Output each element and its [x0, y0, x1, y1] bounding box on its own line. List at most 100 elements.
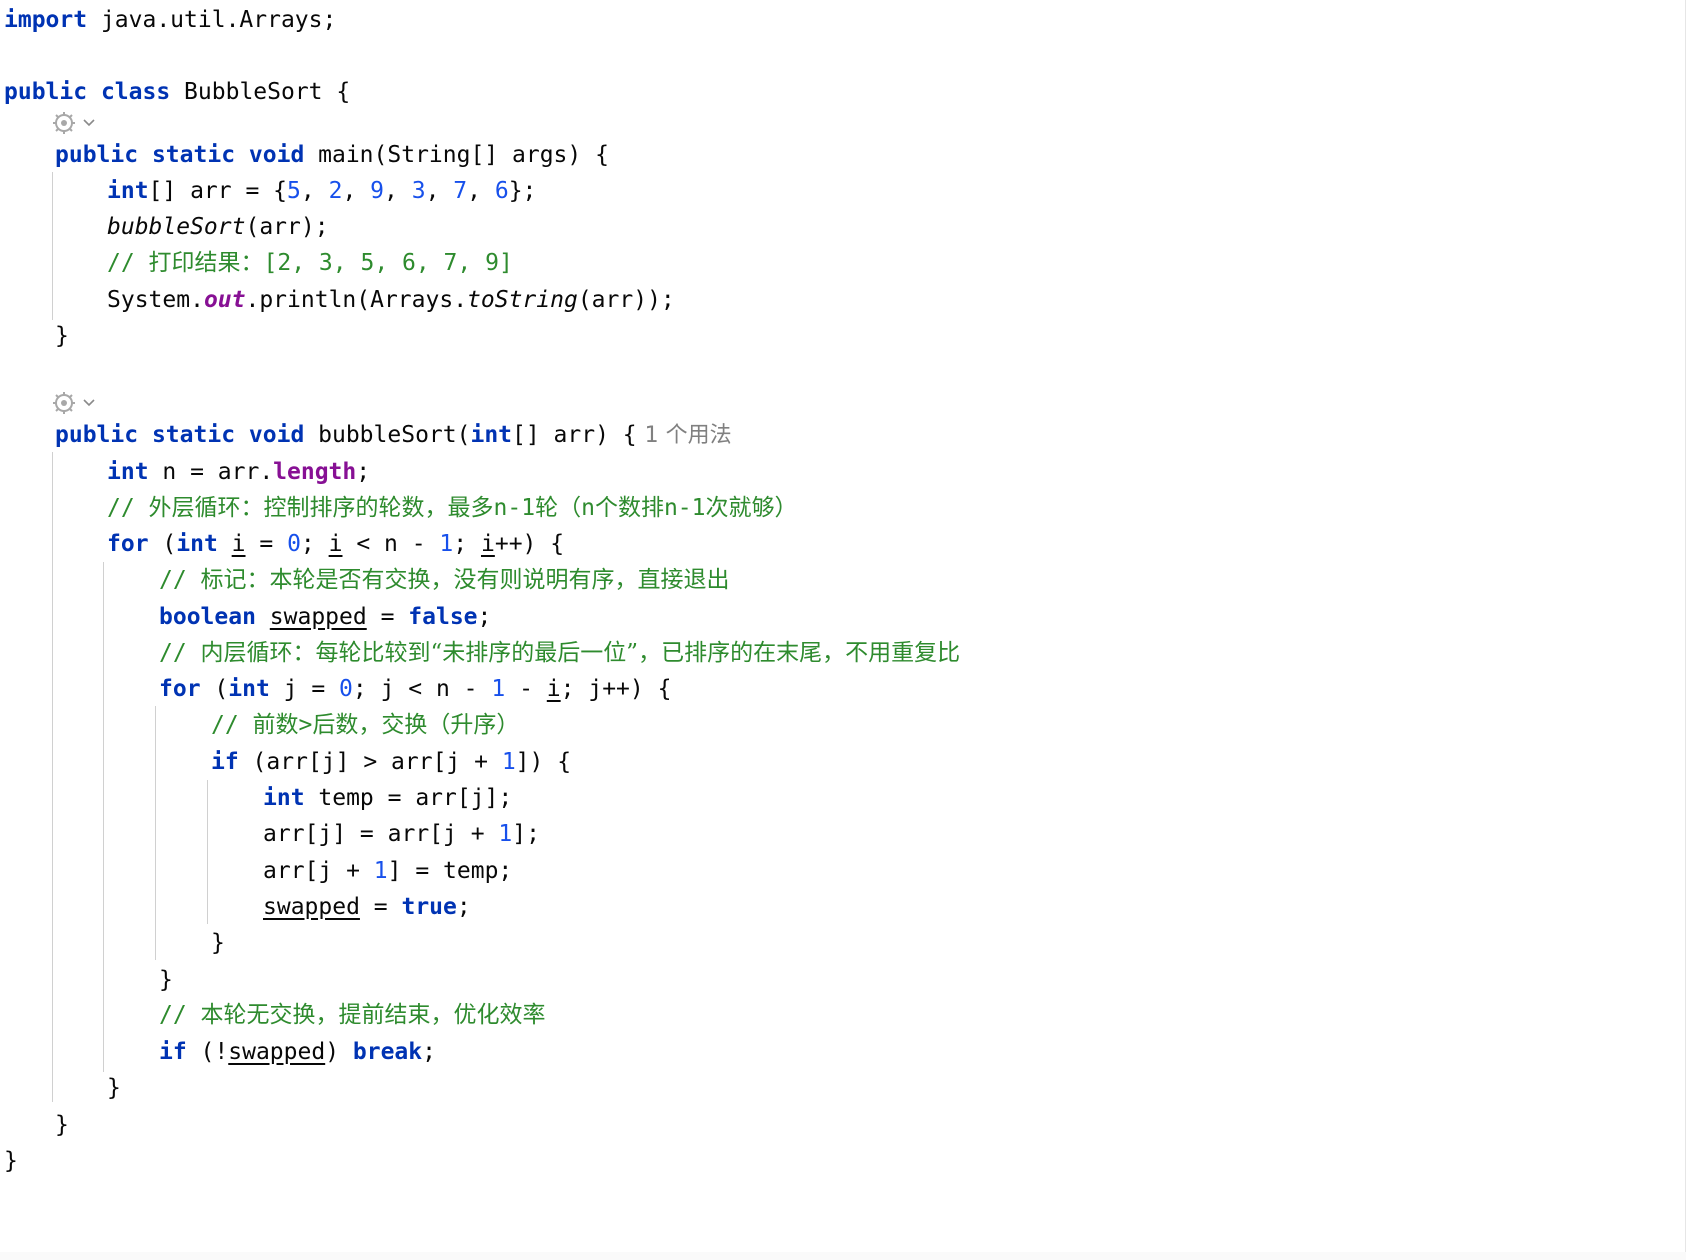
code-text: ; [356, 459, 371, 485]
keyword-public: public [55, 422, 139, 448]
number-literal: 0 [287, 531, 301, 557]
code-line-brace[interactable]: } [159, 961, 173, 999]
comment-text: [2, 3, 5, 6, 7, 9] [263, 250, 513, 276]
closing-brace: } [211, 930, 225, 956]
keyword-public: public [55, 142, 139, 168]
code-line-brace[interactable]: } [107, 1069, 121, 1107]
comment-text: 轮（ [535, 495, 582, 521]
code-text: (arr); [245, 214, 329, 240]
variable-i: i [546, 676, 561, 702]
chevron-down-icon[interactable] [82, 118, 96, 128]
gutter-implement-marker[interactable] [52, 108, 108, 138]
code-text: ; j++) { [560, 676, 672, 702]
code-text: ) [325, 1039, 353, 1065]
code-text: main(String[] args) { [304, 142, 609, 168]
code-text: ; j < n - [352, 676, 492, 702]
code-comment[interactable]: // 前数>后数，交换（升序） [211, 706, 519, 744]
method-call: bubbleSort [107, 214, 246, 240]
code-comment[interactable]: // 标记：本轮是否有交换，没有则说明有序，直接退出 [159, 561, 730, 599]
keyword-int: int [107, 178, 149, 204]
class-name: BubbleSort { [170, 79, 351, 105]
code-text: = [366, 604, 409, 630]
indent-guide [52, 452, 53, 1102]
code-text: ( [200, 676, 229, 702]
code-text: ]; [512, 821, 540, 847]
code-line-swapped-true[interactable]: swapped = true; [263, 888, 471, 926]
keyword-if: if [159, 1039, 187, 1065]
keyword-break: break [352, 1039, 423, 1065]
number-literal: 1 [439, 531, 454, 557]
code-text: System. [107, 287, 204, 313]
code-text: ++) { [494, 531, 565, 557]
code-line-brace[interactable]: } [55, 317, 69, 355]
code-comment[interactable]: // 外层循环：控制排序的轮数，最多n-1轮（n个数排n-1次就够） [107, 489, 798, 527]
number-literal: 9 [370, 178, 385, 204]
number-literal: 1 [491, 676, 506, 702]
code-line-main-declaration[interactable]: public static void main(String[] args) { [55, 136, 609, 174]
code-editor[interactable]: import java.util.Arrays; public class Bu… [0, 0, 1686, 1260]
usages-hint[interactable]: 1 个用法 [645, 423, 732, 448]
code-text: ] = temp; [387, 858, 513, 884]
code-comment[interactable]: // 本轮无交换，提前结束，优化效率 [159, 996, 546, 1034]
keyword-static: static [151, 422, 236, 448]
code-line-bubblesort-call[interactable]: bubbleSort(arr); [107, 208, 329, 246]
code-line-array-init[interactable]: int[] arr = {5, 2, 9, 3, 7, 6}; [107, 172, 536, 210]
code-line-inner-for[interactable]: for (int j = 0; j < n - 1 - i; j++) { [159, 670, 671, 708]
code-text: ; [453, 531, 481, 557]
comment-slashes: // [211, 712, 253, 738]
code-line-brace[interactable]: } [211, 924, 225, 962]
comment-slashes: // [107, 250, 149, 276]
implement-method-icon [53, 392, 75, 414]
code-text: }; [508, 178, 537, 204]
keyword-int: int [107, 459, 149, 485]
keyword-true: true [401, 894, 457, 920]
code-line-bubblesort-declaration[interactable]: public static void bubbleSort(int[] arr)… [55, 416, 732, 454]
code-line-println[interactable]: System.out.println(Arrays.toString(arr))… [107, 281, 675, 319]
gutter-implement-marker[interactable] [52, 388, 108, 418]
editor-bottom-edge [0, 1252, 1686, 1260]
number-literal: 1 [498, 821, 513, 847]
comment-text: 外层循环：控制排序的轮数，最多 [148, 495, 494, 521]
number-literal: 7 [453, 178, 468, 204]
closing-brace: } [4, 1148, 18, 1174]
code-text: [] arr = { [148, 178, 288, 204]
code-text: (arr[j] > arr[j + [238, 749, 502, 775]
field-length: length [273, 459, 357, 485]
keyword-for: for [107, 531, 149, 557]
code-line-brace[interactable]: } [4, 1142, 18, 1180]
closing-brace: } [55, 323, 69, 349]
number-literal: 2 [328, 178, 343, 204]
comment-text: 标记：本轮是否有交换，没有则说明有序，直接退出 [200, 567, 730, 593]
code-comment[interactable]: // 内层循环：每轮比较到“未排序的最后一位”，已排序的在末尾，不用重复比 [159, 634, 960, 672]
code-text: java.util.Arrays; [87, 7, 337, 33]
number-literal: 5 [287, 178, 301, 204]
keyword-boolean: boolean [159, 604, 256, 630]
code-text: temp = arr[j]; [304, 785, 513, 811]
code-line-class-declaration[interactable]: public class BubbleSort { [4, 73, 350, 111]
code-line-swap-2[interactable]: arr[j + 1] = temp; [263, 852, 512, 890]
code-line-break[interactable]: if (!swapped) break; [159, 1033, 436, 1071]
code-text: ; [300, 531, 329, 557]
code-text: , [342, 178, 371, 204]
code-text: = [245, 531, 288, 557]
variable-i: i [328, 531, 343, 557]
comment-slashes: // [159, 640, 201, 666]
code-line-n-assign[interactable]: int n = arr.length; [107, 453, 370, 491]
static-field: out [203, 287, 246, 313]
chevron-down-icon[interactable] [82, 398, 96, 408]
code-comment[interactable]: // 打印结果：[2, 3, 5, 6, 7, 9] [107, 244, 513, 282]
code-line-swap-1[interactable]: arr[j] = arr[j + 1]; [263, 815, 540, 853]
number-literal: 3 [411, 178, 426, 204]
code-line-import[interactable]: import java.util.Arrays; [4, 1, 336, 39]
code-text: , [467, 178, 495, 204]
code-line-outer-for[interactable]: for (int i = 0; i < n - 1; i++) { [107, 525, 564, 563]
code-text: (arr)); [577, 287, 675, 313]
code-text: ; [477, 604, 492, 630]
code-line-temp[interactable]: int temp = arr[j]; [263, 779, 512, 817]
code-line-swapped-init[interactable]: boolean swapped = false; [159, 598, 491, 636]
code-line-if-compare[interactable]: if (arr[j] > arr[j + 1]) { [211, 743, 571, 781]
code-line-brace[interactable]: } [55, 1106, 69, 1144]
indent-guide [52, 172, 53, 320]
comment-text: 前数 [252, 712, 299, 738]
code-text: , [384, 178, 412, 204]
